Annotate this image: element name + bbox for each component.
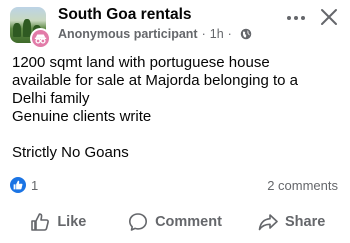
thumbs-up-icon bbox=[31, 213, 50, 231]
post-text: 1200 sqmt land with portuguese house ava… bbox=[12, 54, 342, 162]
share-button[interactable]: Share bbox=[233, 207, 350, 237]
separator: · bbox=[201, 27, 206, 41]
globe-icon[interactable] bbox=[240, 28, 252, 40]
anonymous-avatar-icon bbox=[30, 28, 51, 49]
reaction-count[interactable]: 1 bbox=[31, 178, 38, 193]
close-icon bbox=[321, 9, 337, 25]
post-meta: Anonymous participant · 1h · bbox=[58, 27, 252, 41]
reactions-summary: 1 2 comments bbox=[10, 176, 340, 194]
comment-icon bbox=[129, 213, 148, 231]
close-button[interactable] bbox=[316, 4, 342, 30]
post-line: 1200 sqmt land with portuguese house bbox=[12, 54, 270, 71]
author-name[interactable]: Anonymous participant bbox=[58, 27, 198, 41]
separator: · bbox=[227, 27, 232, 41]
post-line: Strictly No Goans bbox=[12, 144, 129, 161]
like-label: Like bbox=[57, 214, 87, 230]
comment-label: Comment bbox=[155, 214, 222, 230]
share-label: Share bbox=[285, 214, 326, 230]
comments-count[interactable]: 2 comments bbox=[267, 178, 338, 193]
like-reaction-icon[interactable] bbox=[10, 177, 26, 193]
post-line: available for sale at Majorda belonging … bbox=[12, 72, 299, 89]
like-button[interactable]: Like bbox=[0, 207, 117, 237]
share-icon bbox=[258, 214, 278, 231]
more-options-button[interactable] bbox=[284, 6, 308, 30]
group-name[interactable]: South Goa rentals bbox=[58, 6, 192, 24]
more-horizontal-icon bbox=[287, 16, 305, 20]
post-line: Delhi family bbox=[12, 90, 90, 107]
post-line: Genuine clients write bbox=[12, 108, 152, 125]
post-actions: Like Comment Share bbox=[0, 207, 350, 237]
post-time[interactable]: 1h bbox=[210, 27, 224, 41]
comment-button[interactable]: Comment bbox=[117, 207, 234, 237]
avatar[interactable] bbox=[10, 7, 51, 49]
